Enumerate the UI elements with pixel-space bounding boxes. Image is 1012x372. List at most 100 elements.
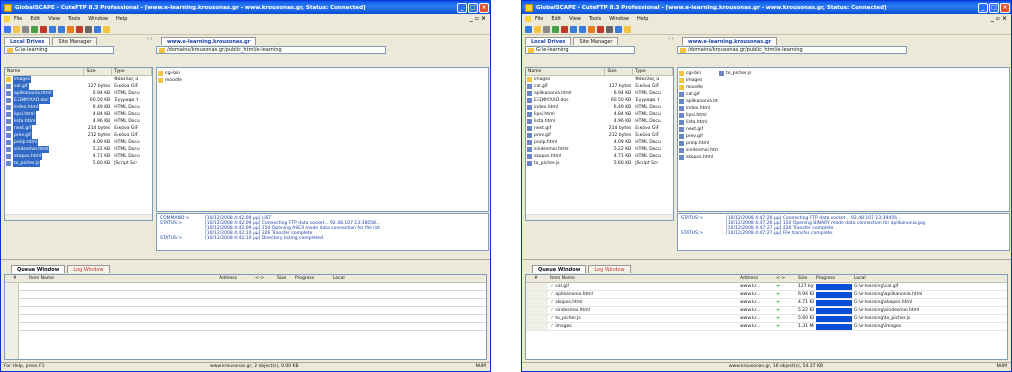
tab-local-drives[interactable]: Local Drives <box>4 37 51 45</box>
file-row[interactable]: EΞΩΦΥΛΛΟ.doc 60.50 KB Έγγραφο τ <box>5 97 152 104</box>
properties-icon[interactable] <box>85 25 92 33</box>
tab-local-drives[interactable]: Local Drives <box>525 37 572 45</box>
remote-file-row[interactable]: index.html <box>678 105 718 112</box>
file-row[interactable]: aplikanonia.html 6.94 KB HTML Docu <box>526 90 673 97</box>
cut-icon[interactable] <box>22 25 29 33</box>
col-name[interactable]: Name <box>5 68 85 75</box>
file-row[interactable]: sindesmoi.html 5.22 KB HTML Docu <box>5 146 152 153</box>
tab-queue-window[interactable]: Queue Window <box>532 265 587 273</box>
remote-file-row[interactable]: cgi-bin <box>157 70 488 77</box>
bookmark-icon[interactable] <box>588 25 595 33</box>
file-row[interactable]: next.gif 214 bytes Εικόνα GIF <box>5 125 152 132</box>
maximize-button[interactable]: □ <box>989 2 999 13</box>
local-hscrollbar[interactable] <box>526 214 673 220</box>
col-size[interactable]: Size <box>605 68 634 75</box>
remote-path-input[interactable]: /domains/krousonas.gr/public_html/e-lear… <box>677 46 907 54</box>
file-row[interactable]: skopos.html 4.71 KB HTML Docu <box>5 153 152 160</box>
remote-file-row[interactable]: lista.html <box>678 119 718 126</box>
menu-tools[interactable]: Tools <box>68 16 80 22</box>
remote-file-row[interactable]: sindesmoi.html <box>678 147 718 154</box>
mdi-controls[interactable]: _ ▫ × <box>991 15 1007 22</box>
file-row[interactable]: EΞΩΦΥΛΛΟ.doc 60.50 KB Έγγραφο τ <box>526 97 673 104</box>
stop-icon[interactable] <box>561 25 568 33</box>
menu-help[interactable]: Help <box>637 16 648 22</box>
delete-icon[interactable] <box>597 25 604 33</box>
mdi-controls[interactable]: _ ▫ × <box>470 15 486 22</box>
refresh-icon[interactable] <box>31 25 38 33</box>
shield-icon[interactable] <box>103 25 110 33</box>
remote-file-row[interactable]: lipsi.html <box>678 112 718 119</box>
remote-file-row[interactable]: next.gif <box>678 126 718 133</box>
sync-icon[interactable] <box>615 25 622 33</box>
menu-edit[interactable]: Edit <box>30 16 40 22</box>
menu-view[interactable]: View <box>569 16 581 22</box>
file-row[interactable]: sindesmoi.html 5.22 KB HTML Docu <box>526 146 673 153</box>
local-hscrollbar[interactable] <box>5 214 152 220</box>
menu-view[interactable]: View <box>48 16 60 22</box>
tab-site-manager[interactable]: Site Manager <box>52 37 98 45</box>
file-row[interactable]: cal.gif 127 bytes Εικόνα GIF <box>5 83 152 90</box>
queue-row[interactable]: ✓ sindesmoi.html www.kr... ➜ 5.22 KB G:\e-le… <box>526 307 1007 315</box>
cut-icon[interactable] <box>543 25 550 33</box>
file-row[interactable]: cal.gif 127 bytes Εικόνα GIF <box>526 83 673 90</box>
menu-file[interactable]: File <box>14 16 22 22</box>
file-row[interactable]: images Φάκελος α <box>5 76 152 83</box>
bookmark-icon[interactable] <box>67 25 74 33</box>
tab-log-window[interactable]: Log Window <box>588 265 631 273</box>
file-row[interactable]: prev.gif 212 bytes Εικόνα GIF <box>5 132 152 139</box>
folder-icon[interactable] <box>13 25 20 33</box>
refresh-icon[interactable] <box>552 25 559 33</box>
file-row[interactable]: lista.html 4.96 KB HTML Docu <box>526 118 673 125</box>
col-name[interactable]: Name <box>526 68 606 75</box>
file-row[interactable]: prev.gif 212 bytes Εικόνα GIF <box>526 132 673 139</box>
file-row[interactable]: index.html 6.49 KB HTML Docu <box>5 104 152 111</box>
remote-file-row[interactable]: cgi-bin <box>678 70 718 77</box>
minimize-button[interactable]: _ <box>978 2 988 13</box>
file-row[interactable]: images Φάκελος α <box>526 76 673 83</box>
col-type[interactable]: Type <box>112 68 152 75</box>
tab-remote-site[interactable]: www.e-learning.krousonas.gr <box>161 37 257 45</box>
file-row[interactable]: lipsi.html 4.84 KB HTML Docu <box>5 111 152 118</box>
file-row[interactable]: aplikanonia.html 6.94 KB HTML Docu <box>5 90 152 97</box>
menu-edit[interactable]: Edit <box>551 16 561 22</box>
file-row[interactable]: index.html 6.49 KB HTML Docu <box>526 104 673 111</box>
folder-icon[interactable] <box>534 25 541 33</box>
remote-file-row[interactable]: moodle <box>157 77 488 84</box>
menu-window[interactable]: Window <box>609 16 629 22</box>
file-row[interactable]: lipsi.html 4.84 KB HTML Docu <box>526 111 673 118</box>
file-row[interactable]: to_picher.js 5.60 KB JScript Scr <box>5 160 152 167</box>
queue-row[interactable]: ✓ imageswww.kr... ➜ 1.31 MB G:\e-learning\i… <box>526 323 1007 331</box>
menu-window[interactable]: Window <box>88 16 108 22</box>
download-icon[interactable] <box>579 25 586 33</box>
connect-icon[interactable] <box>525 25 532 33</box>
remote-file-row[interactable]: skopos.html <box>678 154 718 161</box>
file-row[interactable]: lista.html 4.96 KB HTML Docu <box>5 118 152 125</box>
remote-path-input[interactable]: /domains/krousonas.gr/public_html/e-lear… <box>156 46 386 54</box>
file-row[interactable]: prolp.html 4.09 KB HTML Docu <box>526 139 673 146</box>
properties-icon[interactable] <box>606 25 613 33</box>
tab-queue-window[interactable]: Queue Window <box>11 265 66 273</box>
tab-scroll-icon[interactable]: ‹ › <box>668 36 674 42</box>
remote-file-row[interactable]: aplikanonia.html <box>678 98 718 105</box>
minimize-button[interactable]: _ <box>457 2 467 13</box>
menu-tools[interactable]: Tools <box>589 16 601 22</box>
tab-scroll-icon[interactable]: ‹ › <box>147 36 153 42</box>
tab-remote-site[interactable]: www.e-learning.krousonas.gr <box>682 37 778 45</box>
remote-file-row[interactable]: prev.gif <box>678 133 718 140</box>
download-icon[interactable] <box>58 25 65 33</box>
tab-site-manager[interactable]: Site Manager <box>573 37 619 45</box>
local-path-input[interactable]: G:\e-learning <box>4 46 114 54</box>
remote-file-row[interactable]: moodle <box>678 84 718 91</box>
menu-file[interactable]: File <box>535 16 543 22</box>
file-row[interactable]: next.gif 214 bytes Εικόνα GIF <box>526 125 673 132</box>
queue-row[interactable]: ✓ to_picher.js www.kr... ➜ 5.60 KB G:\e-lear… <box>526 315 1007 323</box>
local-path-input[interactable]: G:\e-learning <box>525 46 635 54</box>
remote-file-row[interactable]: images <box>678 77 718 84</box>
maximize-button[interactable]: □ <box>468 2 478 13</box>
close-button[interactable]: × <box>479 2 489 13</box>
col-size[interactable]: Size <box>84 68 113 75</box>
queue-row[interactable]: ✓ cal.gifwww.kr... ➜ 127 bytes G:\e-learnin… <box>526 283 1007 291</box>
upload-icon[interactable] <box>49 25 56 33</box>
delete-icon[interactable] <box>76 25 83 33</box>
title-bar[interactable]: GlobalSCAPE - CuteFTP 8.3 Professional -… <box>522 1 1011 14</box>
